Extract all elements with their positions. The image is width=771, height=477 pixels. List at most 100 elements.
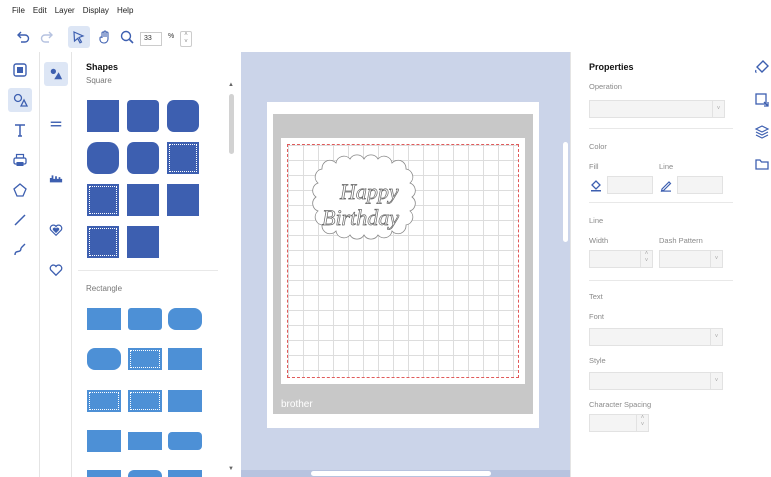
- fill-paint-icon[interactable]: [754, 58, 770, 74]
- zoom-tool-button[interactable]: [116, 26, 138, 48]
- menu-display[interactable]: Display: [83, 6, 109, 15]
- category-basic[interactable]: [44, 62, 68, 86]
- shapes-scrollbar[interactable]: [229, 94, 234, 154]
- scroll-up-arrow[interactable]: ▲: [228, 82, 234, 88]
- mat-cutting-area[interactable]: Happy Birthday: [281, 138, 525, 384]
- shapes-panel: Shapes Square Rectangle ▲ ▼: [72, 52, 240, 477]
- square-stitched-shape[interactable]: [167, 142, 199, 174]
- happy-birthday-design[interactable]: Happy Birthday: [308, 151, 420, 249]
- category-borders[interactable]: [44, 112, 68, 136]
- mat-grid: Happy Birthday: [287, 144, 519, 378]
- square-rounded-shape[interactable]: [127, 142, 159, 174]
- square-stitched-shape[interactable]: [87, 184, 119, 216]
- fill-bucket-icon: [591, 180, 601, 192]
- cutting-mat: Happy Birthday: [273, 114, 533, 404]
- print-cut-tool[interactable]: [8, 148, 32, 172]
- shapes-icon: [13, 93, 28, 107]
- shapes-tool[interactable]: [8, 88, 32, 112]
- properties-divider: [589, 128, 733, 129]
- rectangle-shape[interactable]: [128, 308, 162, 330]
- shape-category-column: [40, 52, 72, 477]
- design-text-birthday: Birthday: [322, 205, 399, 230]
- color-label: Color: [589, 142, 607, 151]
- properties-divider: [589, 202, 733, 203]
- zoom-stepper[interactable]: ˄ ˅: [180, 31, 192, 47]
- square-shape[interactable]: [87, 100, 119, 132]
- line-tool[interactable]: [8, 208, 32, 232]
- menu-bar: File Edit Layer Display Help: [0, 0, 771, 20]
- undo-button[interactable]: [12, 26, 34, 48]
- scroll-down-arrow[interactable]: ▼: [228, 466, 234, 472]
- lines-icon: [50, 121, 62, 127]
- rectangle-shape[interactable]: [168, 432, 202, 450]
- font-select[interactable]: ˅: [589, 328, 723, 346]
- square-shape[interactable]: [167, 184, 199, 216]
- shape-outline-icon: [13, 183, 27, 197]
- rectangle-shape[interactable]: [168, 470, 202, 477]
- transform-icon[interactable]: [754, 92, 770, 108]
- rectangle-shape[interactable]: [168, 390, 202, 412]
- section-square-label: Square: [86, 76, 112, 85]
- section-divider: [78, 270, 218, 271]
- canvas-area[interactable]: Happy Birthday brother: [241, 52, 570, 477]
- fill-color-field[interactable]: [607, 176, 653, 194]
- curve-tool[interactable]: [8, 238, 32, 262]
- mat-footer: brother: [273, 396, 533, 414]
- text-tool[interactable]: [8, 118, 32, 142]
- outline-tool[interactable]: [8, 178, 32, 202]
- character-spacing-stepper[interactable]: ˄ ˅: [589, 414, 649, 432]
- square-shape[interactable]: [127, 184, 159, 216]
- square-shape[interactable]: [127, 226, 159, 258]
- line-width-stepper[interactable]: ˄ ˅: [589, 250, 653, 268]
- category-hearts[interactable]: [44, 218, 68, 242]
- category-decorative[interactable]: [44, 166, 68, 190]
- rectangle-rounded-shape[interactable]: [87, 348, 121, 370]
- operation-label: Operation: [589, 82, 622, 91]
- redo-button[interactable]: [36, 26, 58, 48]
- square-rounded-shape[interactable]: [87, 142, 119, 174]
- rectangle-stitched-shape[interactable]: [128, 390, 162, 412]
- dash-pattern-select[interactable]: ˅: [659, 250, 723, 268]
- curve-icon: [14, 243, 26, 256]
- pan-tool-button[interactable]: [94, 26, 116, 48]
- rectangle-stitched-shape[interactable]: [87, 390, 121, 412]
- fill-label: Fill: [589, 162, 599, 171]
- rectangle-rounded-shape[interactable]: [168, 308, 202, 330]
- folder-icon[interactable]: [754, 156, 770, 172]
- style-select[interactable]: ˅: [589, 372, 723, 390]
- rectangle-shape[interactable]: [128, 470, 162, 477]
- shapes-panel-title: Shapes: [86, 62, 119, 72]
- right-toolbar: [740, 52, 771, 477]
- text-section-label: Text: [589, 292, 603, 301]
- operation-select[interactable]: ˅: [589, 100, 725, 118]
- square-rounded-shape[interactable]: [127, 100, 159, 132]
- character-spacing-label: Character Spacing: [589, 400, 652, 409]
- line-color-field[interactable]: [677, 176, 723, 194]
- font-label: Font: [589, 312, 605, 321]
- layers-icon[interactable]: [754, 124, 770, 140]
- rectangle-shape[interactable]: [87, 470, 121, 477]
- rectangle-shape[interactable]: [168, 348, 202, 370]
- undo-icon: [17, 31, 30, 43]
- rectangle-shape[interactable]: [87, 430, 121, 452]
- rectangle-stitched-shape[interactable]: [128, 348, 162, 370]
- left-toolbar: [0, 52, 40, 477]
- canvas-vertical-scrollbar[interactable]: [563, 142, 568, 242]
- menu-layer[interactable]: Layer: [55, 6, 75, 15]
- menu-edit[interactable]: Edit: [33, 6, 47, 15]
- skyline-icon: [49, 175, 63, 183]
- select-tool-button[interactable]: [68, 26, 90, 48]
- menu-help[interactable]: Help: [117, 6, 133, 15]
- canvas-horizontal-scrollbar[interactable]: [311, 471, 491, 476]
- line-color-label: Line: [659, 162, 674, 171]
- rectangle-shape[interactable]: [128, 432, 162, 450]
- width-label: Width: [589, 236, 609, 245]
- square-stitched-shape[interactable]: [87, 226, 119, 258]
- printer-icon: [13, 153, 27, 166]
- menu-file[interactable]: File: [12, 6, 25, 15]
- import-image-tool[interactable]: [8, 58, 32, 82]
- category-heart-outline[interactable]: [44, 258, 68, 282]
- rectangle-shape[interactable]: [87, 308, 121, 330]
- zoom-input[interactable]: 33: [140, 32, 162, 46]
- square-rounded-shape[interactable]: [167, 100, 199, 132]
